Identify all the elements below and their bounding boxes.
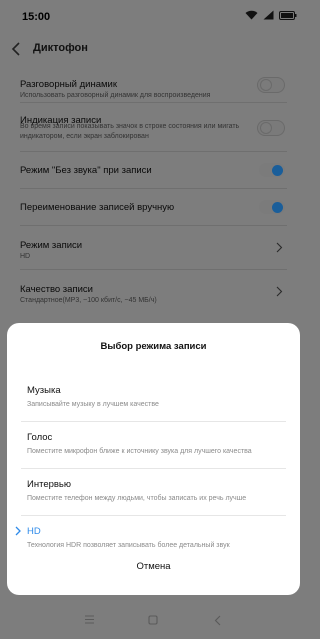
- selected-chevron-icon: [15, 526, 21, 536]
- setting-recording-indicator[interactable]: Индикация записи Во время записи показыва…: [20, 103, 287, 152]
- option-description: Поместите микрофон ближе к источнику зву…: [27, 448, 252, 455]
- toggle-switch[interactable]: [257, 120, 285, 136]
- option-name: HD: [27, 526, 41, 537]
- menu-icon[interactable]: [84, 615, 95, 624]
- setting-earpiece[interactable]: Разговорный динамик Использовать разговор…: [20, 66, 287, 103]
- battery-icon: [279, 10, 297, 20]
- option-voice[interactable]: Голос Поместите микрофон ближе к источни…: [7, 420, 300, 466]
- setting-label: Разговорный динамик: [20, 79, 117, 90]
- toggle-switch[interactable]: [259, 200, 285, 214]
- chevron-right-icon: [276, 286, 283, 297]
- option-hd[interactable]: HD Технология HDR позволяет записывать б…: [7, 514, 300, 560]
- chevron-right-icon: [276, 242, 283, 253]
- toggle-switch[interactable]: [259, 163, 285, 177]
- toggle-knob: [260, 122, 272, 134]
- setting-label: Переименование записей вручную: [20, 202, 175, 213]
- option-description: Технология HDR позволяет записывать боле…: [27, 542, 230, 549]
- option-interview[interactable]: Интервью Поместите телефон между людьми,…: [7, 467, 300, 513]
- signal-icon: [263, 10, 274, 20]
- back-nav-icon[interactable]: [214, 615, 221, 626]
- setting-recording-mode[interactable]: Режим записи HD: [20, 226, 287, 270]
- settings-list-rows: Разговорный динамик Использовать разговор…: [0, 66, 307, 313]
- status-bar: 15:00: [0, 0, 307, 34]
- setting-recording-quality[interactable]: Качество записи Стандартное(MP3, ~100 кби…: [20, 270, 287, 313]
- app-bar: Диктофон: [0, 34, 307, 64]
- recording-mode-dialog: Выбор режима записи Музыка Записывайте м…: [7, 323, 300, 595]
- setting-manual-rename[interactable]: Переименование записей вручную: [20, 189, 287, 226]
- option-music[interactable]: Музыка Записывайте музыку в лучшем качес…: [7, 373, 300, 419]
- option-name: Голос: [27, 432, 53, 443]
- option-description: Записывайте музыку в лучшем качестве: [27, 401, 159, 408]
- page-title: Диктофон: [33, 42, 88, 54]
- setting-label: Режим записи: [20, 240, 83, 251]
- back-arrow-icon[interactable]: [10, 40, 24, 58]
- toggle-switch[interactable]: [257, 77, 285, 93]
- option-name: Музыка: [27, 385, 61, 396]
- wifi-icon: [245, 10, 258, 20]
- setting-subtitle: Стандартное(MP3, ~100 кбит/с, ~45 МБ/ч): [20, 297, 157, 304]
- cancel-button[interactable]: Отмена: [7, 561, 300, 572]
- option-description: Поместите телефон между людьми, чтобы за…: [27, 495, 247, 502]
- setting-subtitle: Использовать разговорный динамик для вос…: [20, 92, 211, 99]
- setting-silent-mode[interactable]: Режим "Без звука" при записи: [20, 152, 287, 189]
- setting-label: Качество записи: [20, 284, 93, 295]
- dialog-title: Выбор режима записи: [100, 341, 207, 352]
- setting-subtitle: HD: [20, 253, 31, 260]
- toggle-knob: [272, 202, 283, 213]
- setting-label: Режим "Без звука" при записи: [20, 165, 152, 176]
- setting-subtitle: Во время записи показывать значок в стро…: [20, 123, 240, 140]
- option-name: Интервью: [27, 479, 72, 490]
- home-icon[interactable]: [148, 615, 158, 625]
- status-time: 15:00: [22, 11, 51, 23]
- toggle-knob: [272, 165, 283, 176]
- toggle-knob: [260, 79, 272, 91]
- navigation-bar: [0, 602, 307, 639]
